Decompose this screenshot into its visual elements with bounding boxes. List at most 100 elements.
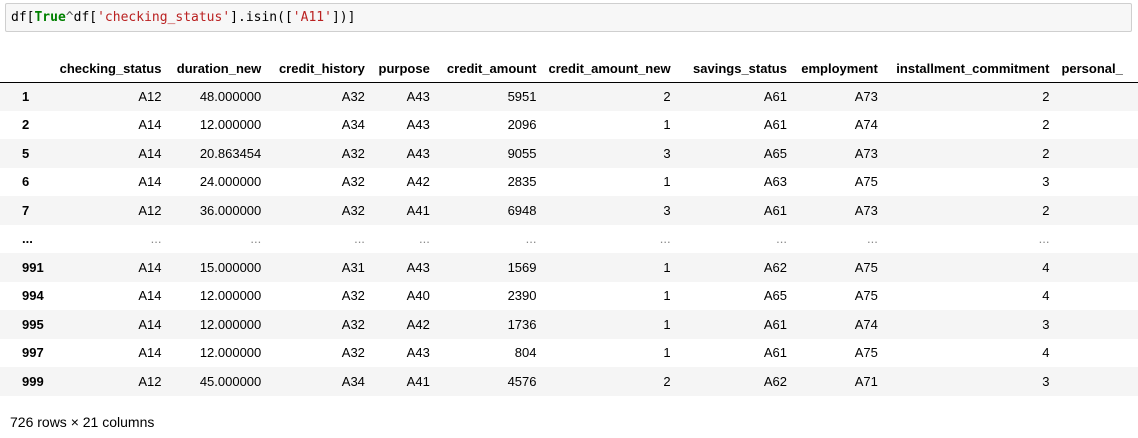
table-cell: A73: [854, 89, 878, 104]
table-cell: 1: [663, 288, 671, 304]
table-cell: [1055, 282, 1138, 311]
table-cell: 2: [1042, 89, 1050, 104]
table-row: 5 A14 20.863454 A32 A43 9055 3 A65 A73 2: [0, 139, 1138, 168]
table-cell: A62: [763, 259, 787, 275]
table-cell: 12.000000: [199, 316, 262, 332]
table-cell: 20.863454: [199, 145, 262, 161]
table-cell: A75: [854, 345, 878, 361]
table-cell: A73: [854, 145, 878, 161]
table-cell: A71: [854, 373, 878, 389]
column-header: personal_: [1055, 56, 1138, 83]
column-header: employment: [792, 56, 884, 83]
table-cell: ...: [525, 231, 537, 247]
table-cell: 2: [663, 89, 671, 104]
table-cell: 45.000000: [199, 373, 262, 389]
table-cell: A61: [763, 316, 787, 332]
row-index: 2: [22, 117, 30, 133]
table-cell: A41: [406, 202, 430, 218]
code-middle: df[: [73, 10, 98, 25]
output-area[interactable]: checking_status duration_new credit_histor…: [0, 56, 1138, 400]
table-cell: A43: [406, 117, 430, 133]
row-index: 999: [22, 373, 44, 389]
table-cell: 1: [663, 345, 671, 361]
table-cell: ...: [1038, 231, 1050, 247]
code-keyword: True: [34, 10, 66, 25]
table-cell: 3: [663, 145, 671, 161]
table-row: 2 A14 12.000000 A34 A43 2096 1 A61 A74 2: [0, 111, 1138, 140]
table-row: 7 A12 36.000000 A32 A41 6948 3 A61 A73 2: [0, 196, 1138, 225]
table-cell: [1055, 367, 1138, 396]
table-cell: A14: [138, 316, 162, 332]
table-cell: 4: [1042, 259, 1050, 275]
table-cell: A32: [341, 202, 365, 218]
table-cell: ...: [866, 231, 878, 247]
table-cell: A12: [138, 202, 162, 218]
table-cell: 12.000000: [199, 117, 262, 133]
table-cell: 48.000000: [199, 89, 262, 104]
table-cell: A32: [341, 89, 365, 104]
table-cell: [1055, 139, 1138, 168]
table-row: 999 A12 45.000000 A34 A41 4576 2 A62 A71 3: [0, 367, 1138, 396]
table-cell: 3: [1042, 316, 1050, 332]
row-index: 7: [22, 202, 30, 218]
table-cell: 6948: [507, 202, 537, 218]
column-header: savings_status: [676, 56, 793, 83]
table-row: ..............................: [0, 225, 1138, 254]
table-cell: A61: [763, 89, 787, 104]
table-cell: A41: [406, 373, 430, 389]
table-cell: 804: [514, 345, 537, 361]
table-cell: A61: [763, 202, 787, 218]
table-row: 6 A14 24.000000 A32 A42 2835 1 A63 A75 3: [0, 168, 1138, 197]
table-cell: [1055, 339, 1138, 368]
row-index: 997: [22, 345, 44, 361]
column-header: installment_commitment: [883, 56, 1056, 83]
code-string-value: 'A11': [292, 10, 332, 25]
table-cell: 12.000000: [199, 345, 262, 361]
row-index: ...: [22, 231, 33, 247]
table-cell: A43: [406, 259, 430, 275]
table-cell: A75: [854, 288, 878, 304]
table-cell: [1055, 168, 1138, 197]
table-cell: [1055, 225, 1138, 254]
table-cell: 2835: [507, 174, 537, 190]
code-caret: ^: [65, 10, 74, 25]
table-cell: A14: [138, 345, 162, 361]
table-cell: [1055, 310, 1138, 339]
table-cell: 4576: [507, 373, 537, 389]
table-cell: A73: [854, 202, 878, 218]
table-cell: A32: [341, 288, 365, 304]
table-header: checking_status duration_new credit_histor…: [0, 56, 1138, 83]
table-cell: A12: [138, 373, 162, 389]
table-cell: 5951: [507, 89, 537, 104]
code-string-column: 'checking_status': [97, 10, 231, 25]
table-cell: 3: [1042, 174, 1050, 190]
table-cell: 1: [663, 117, 671, 133]
table-cell: A14: [138, 259, 162, 275]
table-cell: A75: [854, 259, 878, 275]
table-cell: 9055: [507, 145, 537, 161]
code-input-cell[interactable]: df[True^df['checking_status'].isin(['A11…: [5, 3, 1132, 32]
table-cell: A32: [341, 145, 365, 161]
table-cell: A14: [138, 117, 162, 133]
row-index: 991: [22, 259, 44, 275]
table-cell: [1055, 196, 1138, 225]
table-cell: A65: [763, 145, 787, 161]
table-cell: A12: [138, 89, 162, 104]
table-cell: 24.000000: [199, 174, 262, 190]
table-row: 995 A14 12.000000 A32 A42 1736 1 A61 A74 3: [0, 310, 1138, 339]
column-header: credit_history: [267, 56, 371, 83]
table-cell: A65: [763, 288, 787, 304]
table-cell: 1: [663, 259, 671, 275]
code-prefix: df[: [11, 10, 35, 25]
table-cell: A74: [854, 117, 878, 133]
table-cell: A34: [341, 373, 365, 389]
table-row: 997 A14 12.000000 A32 A43 804 1 A61 A75 4: [0, 339, 1138, 368]
code-suffix: ])]: [331, 10, 356, 25]
table-cell: 15.000000: [199, 259, 262, 275]
table-cell: A14: [138, 145, 162, 161]
table-row: 1 A12 48.000000 A32 A43 5951 2 A61 A73 2: [0, 82, 1138, 111]
table-cell: A32: [341, 345, 365, 361]
table-cell: 3: [1042, 373, 1050, 389]
table-cell: A62: [763, 373, 787, 389]
table-cell: 3: [663, 202, 671, 218]
